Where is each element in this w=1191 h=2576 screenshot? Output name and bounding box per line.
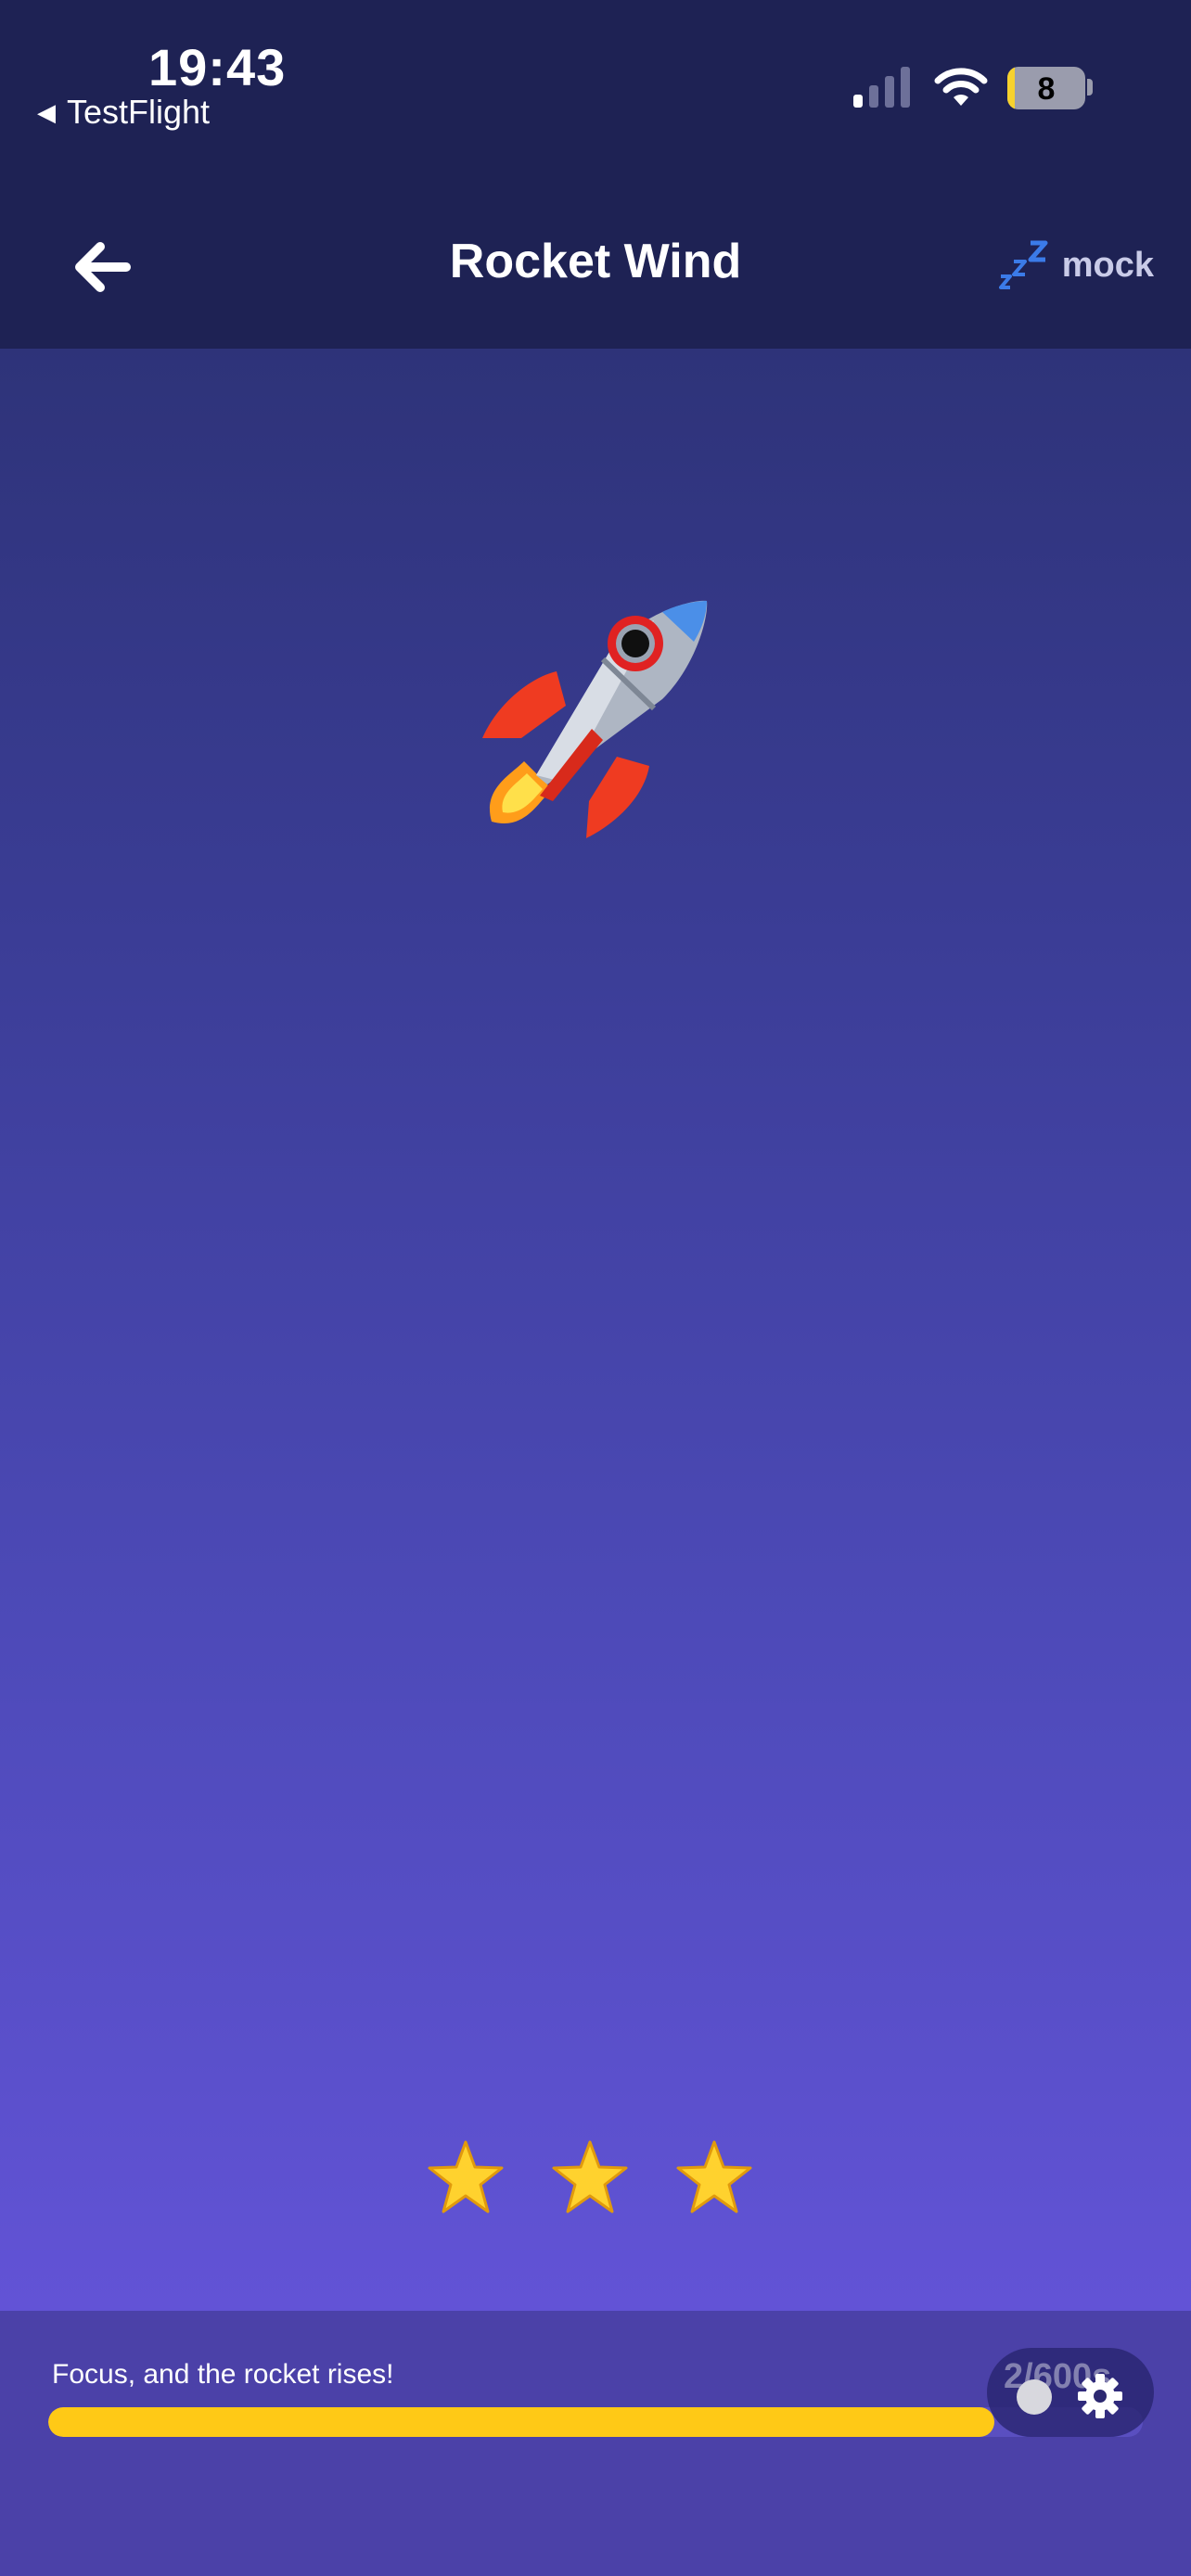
navigation-bar: Rocket Wind mock	[0, 185, 1191, 349]
status-bar: 19:43 ◀ TestFlight 8	[0, 0, 1191, 185]
mock-label: mock	[1061, 245, 1154, 285]
star-icon	[428, 2140, 504, 2213]
zzz-sleep-icon	[998, 240, 1048, 289]
toggle-knob[interactable]	[1017, 2379, 1052, 2415]
stars-rating	[427, 2138, 753, 2216]
back-to-testflight-link[interactable]: ◀ TestFlight	[37, 93, 210, 132]
rocket-icon	[482, 600, 708, 838]
mock-mode-button[interactable]: mock	[998, 239, 1154, 291]
cellular-signal-icon	[853, 67, 910, 108]
bottom-panel: Focus, and the rocket rises! 2/600s	[0, 2311, 1191, 2576]
progress-bar	[48, 2407, 1143, 2437]
back-triangle-icon: ◀	[37, 97, 56, 126]
gear-icon[interactable]	[1076, 2372, 1124, 2420]
game-area[interactable]	[0, 349, 1191, 2311]
wifi-icon	[934, 68, 988, 106]
battery-level: 8	[1037, 71, 1056, 107]
focus-message: Focus, and the rocket rises!	[52, 2359, 394, 2390]
star-icon	[676, 2140, 752, 2213]
back-app-label: TestFlight	[67, 93, 211, 131]
status-time: 19:43	[148, 38, 287, 96]
battery-tip	[1087, 79, 1093, 96]
battery-icon: 8	[1007, 67, 1085, 109]
timer-settings-pill[interactable]: 2/600s	[987, 2348, 1154, 2437]
star-icon	[552, 2140, 628, 2213]
progress-fill	[48, 2407, 994, 2437]
